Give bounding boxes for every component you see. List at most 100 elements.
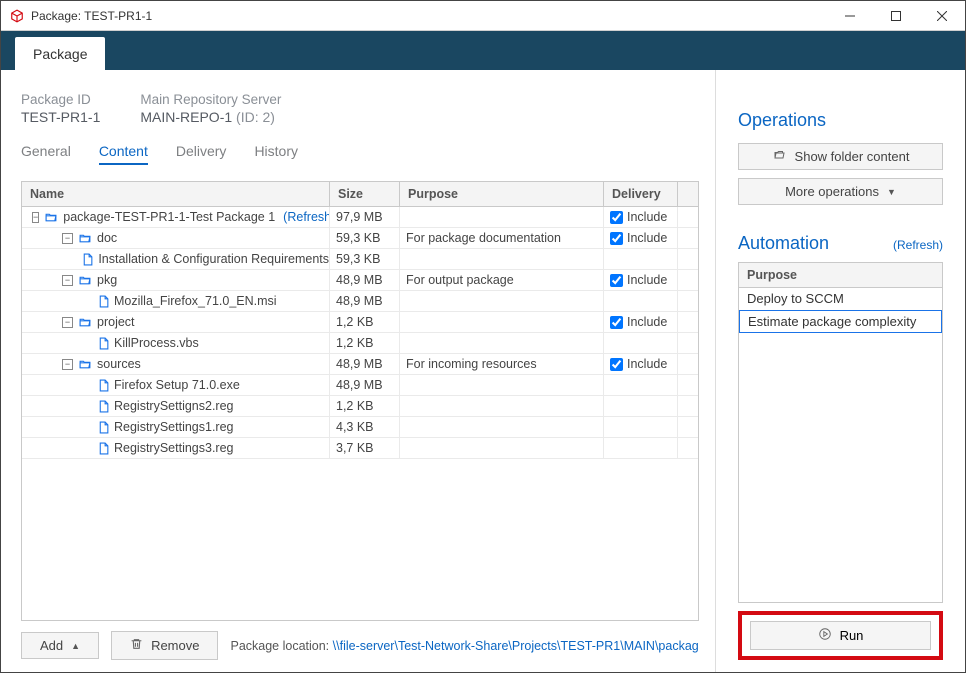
tree-row[interactable]: RegistrySettigns2.reg1,2 KB [22,396,698,417]
row-size: 3,7 KB [330,438,400,458]
expand-toggle[interactable]: − [62,359,73,370]
folder-open-icon [772,149,787,164]
row-size: 97,9 MB [330,207,400,227]
automation-col-purpose[interactable]: Purpose [739,263,942,288]
col-delivery[interactable]: Delivery [604,182,678,206]
window-title: Package: TEST-PR1-1 [31,9,827,23]
caret-down-icon: ▼ [887,187,896,197]
repo-id: (ID: 2) [236,109,275,125]
tree-row[interactable]: RegistrySettings3.reg 3,7 KB [22,438,698,459]
tree-row[interactable]: −project1,2 KBInclude [22,312,698,333]
row-size: 48,9 MB [330,354,400,374]
expand-toggle[interactable]: − [62,275,73,286]
row-purpose [400,249,604,269]
file-icon [97,399,110,414]
row-size: 48,9 MB [330,375,400,395]
package-location-link[interactable]: \\file-server\Test-Network-Share\Project… [333,639,699,653]
row-size: 1,2 KB [330,333,400,353]
folder-icon [77,316,93,329]
row-size: 48,9 MB [330,291,400,311]
automation-list: Purpose Deploy to SCCMEstimate package c… [738,262,943,603]
col-purpose[interactable]: Purpose [400,182,604,206]
automation-item[interactable]: Deploy to SCCM [739,288,942,310]
tree-row[interactable]: RegistrySettings1.reg4,3 KB [22,417,698,438]
row-size: 1,2 KB [330,312,400,332]
row-purpose [400,396,604,416]
subtab-content[interactable]: Content [99,143,148,165]
row-name: package-TEST-PR1-1-Test Package 1 [63,210,275,224]
row-size: 48,9 MB [330,270,400,290]
file-icon [81,252,94,267]
include-checkbox[interactable] [610,274,623,287]
repo-label: Main Repository Server [140,92,281,107]
folder-icon [77,358,93,371]
file-icon [97,420,110,435]
file-icon [97,441,110,456]
row-purpose [400,207,604,227]
row-purpose: For incoming resources [400,354,604,374]
subtab-history[interactable]: History [254,143,298,165]
include-checkbox[interactable] [610,358,623,371]
folder-icon [77,232,93,245]
row-name: project [97,315,135,329]
add-button[interactable]: Add▲ [21,632,99,659]
automation-refresh-link[interactable]: (Refresh) [893,238,943,252]
row-size: 59,3 KB [330,228,400,248]
subtab-general[interactable]: General [21,143,71,165]
folder-icon [77,274,93,287]
tree-row[interactable]: − sources 48,9 MBFor incoming resources Inc… [22,354,698,375]
tree-row[interactable]: KillProcess.vbs1,2 KB [22,333,698,354]
row-purpose: For package documentation [400,228,604,248]
minimize-button[interactable] [827,1,873,30]
repo-value: MAIN-REPO-1 [140,109,232,125]
automation-heading: Automation [738,233,829,254]
tree-row[interactable]: Installation & Configuration Requirement… [22,249,698,270]
row-purpose [400,438,604,458]
run-button[interactable]: Run [750,621,931,650]
include-label: Include [627,273,667,287]
col-name[interactable]: Name [22,182,330,206]
row-name: sources [97,357,141,371]
more-operations-button[interactable]: More operations▼ [738,178,943,205]
app-window: Package: TEST-PR1-1 Package Package ID T… [0,0,966,673]
content-grid: Name Size Purpose Delivery − package-TEST… [21,181,699,621]
package-id-value: TEST-PR1-1 [21,109,100,125]
expand-toggle[interactable]: − [32,212,39,223]
file-icon [97,378,110,393]
row-purpose [400,417,604,437]
include-checkbox[interactable] [610,316,623,329]
remove-button[interactable]: Remove [111,631,218,660]
expand-toggle[interactable]: − [62,233,73,244]
folder-icon [43,211,59,224]
automation-item[interactable]: Estimate package complexity [739,310,942,333]
maximize-button[interactable] [873,1,919,30]
row-purpose: For output package [400,270,604,290]
titlebar: Package: TEST-PR1-1 [1,1,965,31]
file-icon [97,294,110,309]
tree-row[interactable]: −doc59,3 KBFor package documentationIncl… [22,228,698,249]
include-label: Include [627,357,667,371]
file-icon [97,336,110,351]
operations-heading: Operations [738,110,943,131]
row-name: doc [97,231,117,245]
close-button[interactable] [919,1,965,30]
show-folder-button[interactable]: Show folder content [738,143,943,170]
tree-row[interactable]: Firefox Setup 71.0.exe48,9 MB [22,375,698,396]
refresh-link[interactable]: (Refresh) [283,210,330,224]
subtab-delivery[interactable]: Delivery [176,143,227,165]
tree-row[interactable]: − package-TEST-PR1-1-Test Package 1 (Refre… [22,207,698,228]
row-purpose [400,312,604,332]
include-checkbox[interactable] [610,211,623,224]
expand-toggle[interactable]: − [62,317,73,328]
include-checkbox[interactable] [610,232,623,245]
tree-row[interactable]: Mozilla_Firefox_71.0_EN.msi 48,9 MB [22,291,698,312]
col-size[interactable]: Size [330,182,400,206]
row-name: Mozilla_Firefox_71.0_EN.msi [114,294,277,308]
tree-row[interactable]: −pkg48,9 MBFor output packageInclude [22,270,698,291]
main-panel: Package ID TEST-PR1-1 Main Repository Se… [1,70,716,672]
row-purpose [400,333,604,353]
package-id-label: Package ID [21,92,100,107]
tab-package[interactable]: Package [15,37,105,70]
row-name: RegistrySettings3.reg [114,441,234,455]
row-name: Installation & Configuration Requirement… [98,252,329,266]
